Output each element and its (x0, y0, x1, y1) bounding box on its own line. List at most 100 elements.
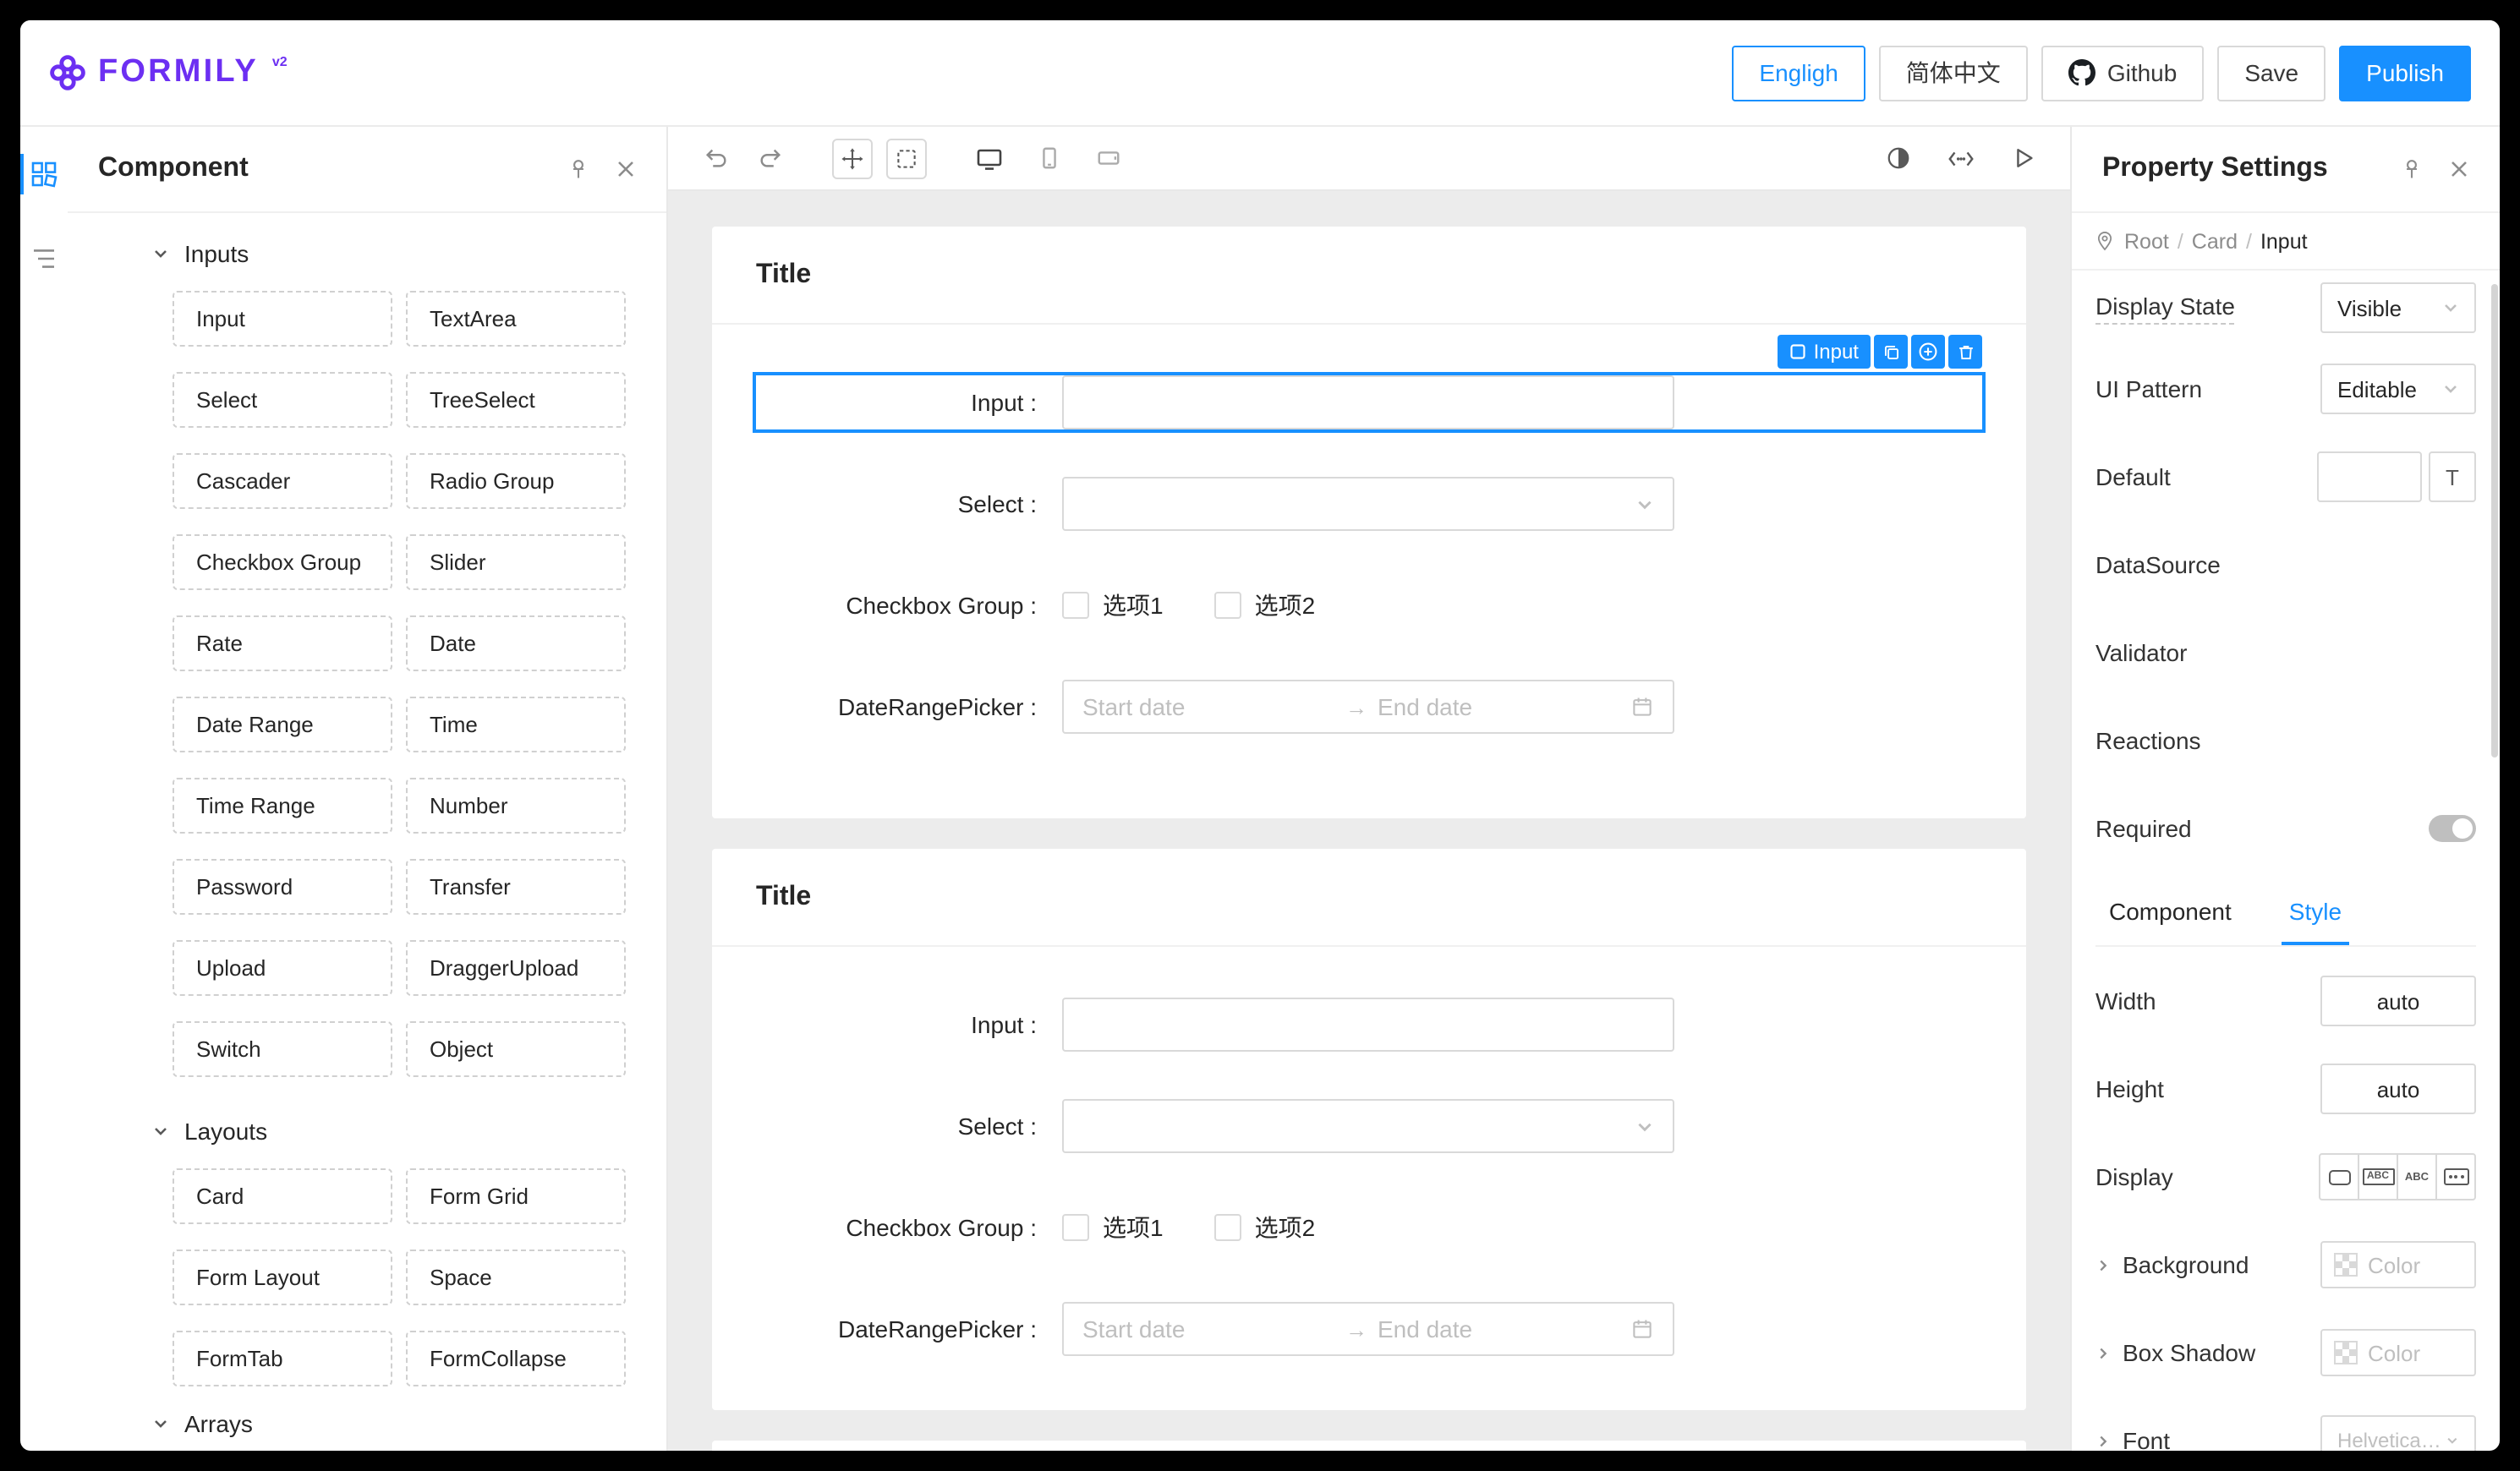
component-item-checkbox-group[interactable]: Checkbox Group (173, 534, 392, 590)
close-icon[interactable] (2449, 159, 2469, 179)
mobile-portrait-icon[interactable] (1030, 139, 1067, 177)
component-item-radio-group[interactable]: Radio Group (406, 453, 626, 509)
form-item-select[interactable]: Select : (756, 477, 1982, 531)
redo-icon[interactable] (751, 139, 788, 177)
breadcrumb-root[interactable]: Root (2124, 229, 2169, 253)
marquee-select-button[interactable] (886, 138, 927, 178)
form-item-checkbox-group[interactable]: Checkbox Group : 选项1 选项2 (756, 578, 1982, 632)
component-item-slider[interactable]: Slider (406, 534, 626, 590)
component-item-textarea[interactable]: TextArea (406, 291, 626, 347)
github-button[interactable]: Github (2041, 45, 2205, 101)
component-item-time-range[interactable]: Time Range (173, 778, 392, 834)
desktop-view-icon[interactable] (971, 139, 1008, 177)
component-item-space[interactable]: Space (406, 1250, 626, 1305)
component-item-formtab[interactable]: FormTab (173, 1331, 392, 1386)
component-item-rate[interactable]: Rate (173, 615, 392, 671)
view-source-icon[interactable] (1942, 139, 1979, 177)
form-item-checkbox-group[interactable]: Checkbox Group : 选项1 选项2 (756, 1200, 1982, 1255)
theme-toggle-icon[interactable] (1879, 139, 1916, 177)
undo-icon[interactable] (697, 139, 734, 177)
component-item-date[interactable]: Date (406, 615, 626, 671)
component-item-input[interactable]: Input (173, 291, 392, 347)
tab-component[interactable]: Component (2109, 898, 2232, 945)
component-item-card[interactable]: Card (173, 1168, 392, 1224)
daterange-picker[interactable]: Start date → End date (1062, 680, 1674, 734)
component-item-number[interactable]: Number (406, 778, 626, 834)
ui-pattern-select[interactable]: Editable (2320, 364, 2476, 414)
background-color-input[interactable]: Color (2320, 1241, 2476, 1288)
language-english-button[interactable]: Engligh (1732, 45, 1865, 101)
add-node-button[interactable] (1911, 335, 1945, 369)
component-item-select[interactable]: Select (173, 372, 392, 428)
breadcrumb-card[interactable]: Card (2192, 229, 2238, 253)
required-toggle[interactable] (2429, 815, 2476, 842)
component-item-treeselect[interactable]: TreeSelect (406, 372, 626, 428)
form-item-input-selected[interactable]: Input Input: (753, 335, 1986, 433)
component-item-date-range[interactable]: Date Range (173, 697, 392, 752)
component-item-cascader[interactable]: Cascader (173, 453, 392, 509)
checkbox-option[interactable]: 选项2 (1213, 1211, 1315, 1244)
text-mode-button[interactable]: T (2429, 451, 2476, 502)
publish-button[interactable]: Publish (2339, 45, 2471, 101)
pin-icon[interactable] (567, 157, 590, 181)
checkbox-box[interactable] (1213, 592, 1241, 619)
text-input[interactable] (1062, 998, 1674, 1052)
height-input[interactable]: auto (2320, 1064, 2476, 1114)
component-item-dragger-upload[interactable]: DraggerUpload (406, 940, 626, 996)
rail-tab-outline[interactable] (20, 235, 68, 282)
component-item-form-grid[interactable]: Form Grid (406, 1168, 626, 1224)
font-collapse[interactable]: Font (2095, 1427, 2170, 1451)
form-item-input[interactable]: Input : (756, 998, 1982, 1052)
close-icon[interactable] (616, 159, 636, 179)
rail-tab-components[interactable] (20, 150, 68, 198)
section-header-arrays[interactable]: Arrays (152, 1410, 666, 1437)
checkbox-option[interactable]: 选项1 (1062, 1211, 1164, 1244)
select-input[interactable] (1062, 477, 1674, 531)
language-chinese-button[interactable]: 简体中文 (1878, 45, 2028, 101)
form-item-daterange[interactable]: DateRangePicker : Start date → End date (756, 1302, 1982, 1356)
display-state-select[interactable]: Visible (2320, 282, 2476, 333)
display-inline-button[interactable]: ABC (2397, 1153, 2437, 1200)
preview-icon[interactable] (2004, 139, 2041, 177)
width-input[interactable]: auto (2320, 976, 2476, 1026)
component-item-time[interactable]: Time (406, 697, 626, 752)
select-input[interactable] (1062, 1099, 1674, 1153)
component-item-form-layout[interactable]: Form Layout (173, 1250, 392, 1305)
component-item-switch[interactable]: Switch (173, 1021, 392, 1077)
save-button[interactable]: Save (2217, 45, 2326, 101)
display-flex-button[interactable] (2435, 1153, 2476, 1200)
tab-style[interactable]: Style (2282, 898, 2349, 945)
component-item-password[interactable]: Password (173, 859, 392, 915)
move-tool-button[interactable] (832, 138, 873, 178)
card-component-3-partial[interactable] (712, 1441, 2026, 1451)
font-family-select[interactable]: Helvetica Neue (2320, 1415, 2476, 1451)
text-input[interactable] (1062, 375, 1674, 429)
mobile-landscape-icon[interactable] (1089, 139, 1126, 177)
checkbox-box[interactable] (1062, 1214, 1089, 1241)
component-item-object[interactable]: Object (406, 1021, 626, 1077)
component-item-transfer[interactable]: Transfer (406, 859, 626, 915)
display-block-button[interactable] (2319, 1153, 2359, 1200)
checkbox-box[interactable] (1062, 592, 1089, 619)
delete-node-button[interactable] (1948, 335, 1982, 369)
default-value-input[interactable] (2317, 451, 2422, 502)
form-item-daterange[interactable]: DateRangePicker : Start date → End date (756, 680, 1982, 734)
card-component-2[interactable]: Title Input : Select : Checkbox Group: … (712, 849, 2026, 1410)
checkbox-option[interactable]: 选项1 (1062, 588, 1164, 622)
component-item-upload[interactable]: Upload (173, 940, 392, 996)
checkbox-option[interactable]: 选项2 (1213, 588, 1315, 622)
form-item-select[interactable]: Select : (756, 1099, 1982, 1153)
component-item-formcollapse[interactable]: FormCollapse (406, 1331, 626, 1386)
daterange-picker[interactable]: Start date → End date (1062, 1302, 1674, 1356)
scrollbar-thumb[interactable] (2491, 284, 2498, 757)
copy-node-button[interactable] (1874, 335, 1908, 369)
checkbox-box[interactable] (1213, 1214, 1241, 1241)
card-component-1[interactable]: Title Input Input: Select: Checkbox Gr… (712, 227, 2026, 818)
display-inline-block-button[interactable]: ABC (2358, 1153, 2398, 1200)
box-shadow-color-input[interactable]: Color (2320, 1329, 2476, 1376)
selected-node-chip[interactable]: Input (1778, 335, 1871, 369)
pin-icon[interactable] (2400, 157, 2424, 181)
box-shadow-collapse[interactable]: Box Shadow (2095, 1339, 2255, 1366)
background-collapse[interactable]: Background (2095, 1251, 2249, 1278)
section-header-inputs[interactable]: Inputs (152, 240, 666, 267)
